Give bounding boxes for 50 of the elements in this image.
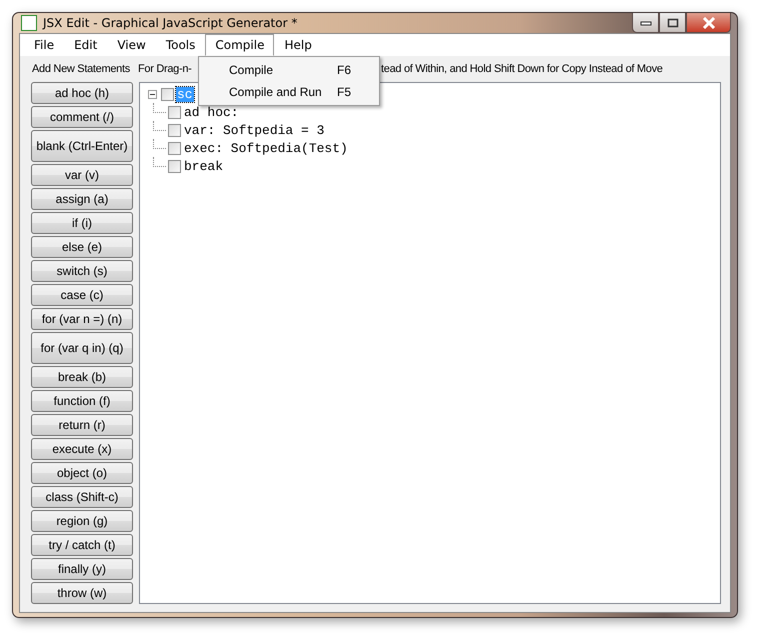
statement-button[interactable]: if (i) xyxy=(31,212,133,234)
checkbox[interactable] xyxy=(168,106,181,118)
close-icon xyxy=(702,16,716,28)
statement-button[interactable]: assign (a) xyxy=(31,188,133,210)
statement-button[interactable]: for (var n =) (n) xyxy=(31,308,133,330)
menu-item[interactable]: Compile xyxy=(205,34,274,56)
menu-item[interactable]: File xyxy=(24,34,64,56)
statement-button[interactable]: try / catch (t) xyxy=(31,534,133,556)
statement-button[interactable]: execute (x) xyxy=(31,438,133,460)
menu-item[interactable]: View xyxy=(107,34,156,56)
tree-node[interactable]: exec: Softpedia(Test) xyxy=(183,140,349,156)
menu-item[interactable]: Edit xyxy=(64,34,108,56)
menu-item[interactable]: Help xyxy=(274,34,322,56)
menu-option[interactable]: Compile and Run F5 xyxy=(199,81,379,103)
statement-button[interactable]: comment (/) xyxy=(31,106,133,128)
minimize-button[interactable] xyxy=(632,13,659,33)
statement-button[interactable]: break (b) xyxy=(31,366,133,388)
statement-button[interactable]: class (Shift-c) xyxy=(31,486,133,508)
statement-button[interactable]: else (e) xyxy=(31,236,133,258)
checkbox[interactable] xyxy=(161,88,174,100)
statement-button[interactable]: ad hoc (h) xyxy=(31,82,133,104)
app-logo-icon xyxy=(21,15,37,31)
maximize-icon xyxy=(666,18,678,28)
close-button[interactable] xyxy=(686,13,731,33)
tree-node[interactable]: ad hoc: xyxy=(183,104,240,120)
statement-button[interactable]: var (v) xyxy=(31,164,133,186)
hint-text: For Drag-n- xyxy=(138,63,193,75)
hint-text: tead of Within, and Hold Shift Down for Copy Instead of Move xyxy=(381,63,663,75)
collapse-icon[interactable] xyxy=(148,90,157,98)
tree-node[interactable]: var: Softpedia = 3 xyxy=(183,122,326,138)
statement-button[interactable]: blank (Ctrl-Enter) xyxy=(31,130,133,162)
checkbox[interactable] xyxy=(168,160,181,172)
menu-item[interactable]: Tools xyxy=(156,34,206,56)
statement-button[interactable]: for (var q in) (q) xyxy=(31,332,133,364)
statement-button[interactable]: return (r) xyxy=(31,414,133,436)
checkbox[interactable] xyxy=(168,142,181,154)
maximize-button[interactable] xyxy=(659,13,686,33)
statement-button[interactable]: function (f) xyxy=(31,390,133,412)
statement-button[interactable]: switch (s) xyxy=(31,260,133,282)
statement-button[interactable]: object (o) xyxy=(31,462,133,484)
tree-node[interactable]: break xyxy=(183,158,224,174)
sidebar-title: Add New Statements xyxy=(32,63,131,75)
statement-button[interactable]: finally (y) xyxy=(31,558,133,580)
statement-button[interactable]: throw (w) xyxy=(31,582,133,604)
statement-button[interactable]: region (g) xyxy=(31,510,133,532)
window-title: JSX Edit - Graphical JavaScript Generator * xyxy=(43,16,298,30)
statement-button[interactable]: case (c) xyxy=(31,284,133,306)
menu-option[interactable]: Compile F6 xyxy=(199,59,379,81)
checkbox[interactable] xyxy=(168,124,181,136)
minimize-icon xyxy=(640,20,652,26)
